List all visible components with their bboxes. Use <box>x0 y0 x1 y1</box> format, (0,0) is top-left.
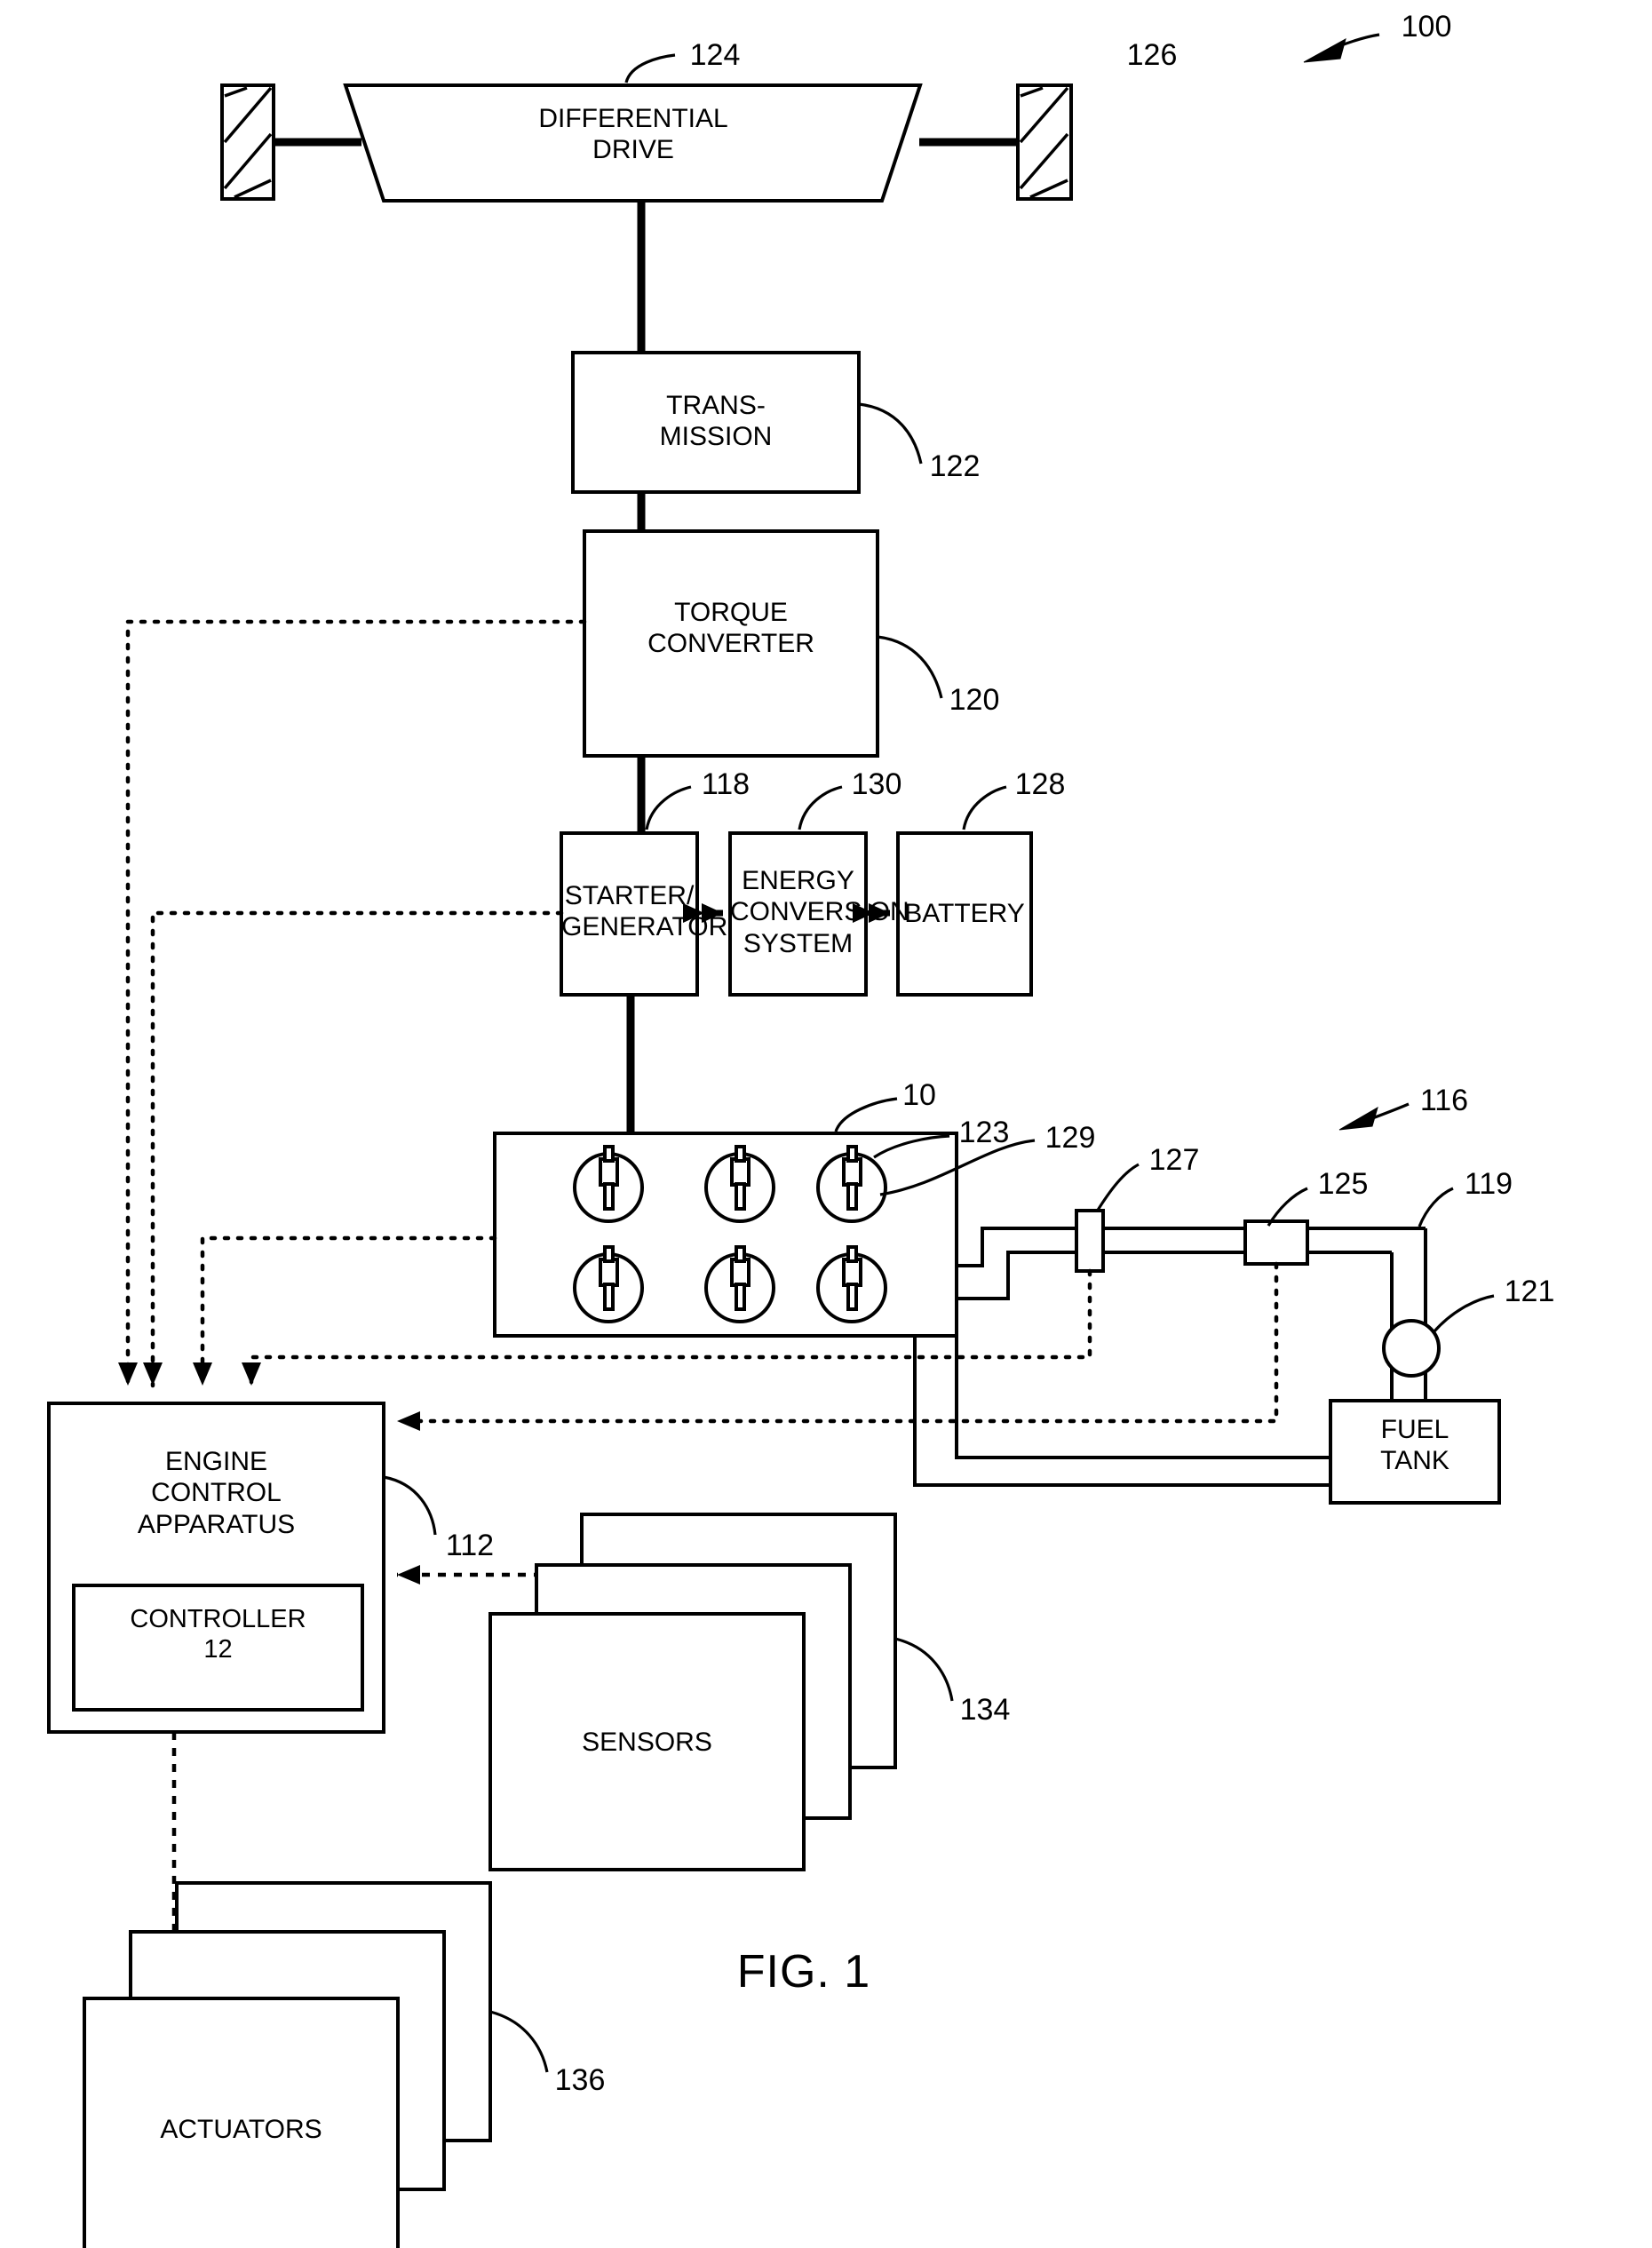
torque-converter-label: TORQUE CONVERTER <box>647 598 814 659</box>
wheel-left-icon <box>220 83 275 201</box>
ref-121: 121 <box>1504 1275 1555 1308</box>
diagram-canvas <box>47 33 1501 2248</box>
control-line-engine <box>193 1235 497 1388</box>
ref-126: 126 <box>1126 38 1178 72</box>
fuel-filter-shape <box>1075 1209 1105 1273</box>
ref-129: 129 <box>1044 1121 1096 1155</box>
ref-118: 118 <box>701 767 751 801</box>
fuel-line-upper <box>957 1227 1426 1267</box>
ref-128: 128 <box>1014 767 1066 801</box>
ref-134: 134 <box>959 1693 1011 1727</box>
ref-10: 10 <box>902 1078 936 1112</box>
figure-label: FIG. 1 <box>736 1946 871 1998</box>
differential-drive-label: DIFFERENTIAL DRIVE <box>538 104 728 165</box>
transmission-label: TRANS- MISSION <box>659 391 773 452</box>
ref-116: 116 <box>1419 1084 1469 1117</box>
actuators-stack-shape <box>83 1881 492 2248</box>
sensors-label: SENSORS <box>582 1728 712 1757</box>
wheel-right-icon <box>1016 83 1073 201</box>
ref-120: 120 <box>949 683 1000 717</box>
fuel-pump-shape <box>1382 1319 1441 1378</box>
system-ref-arrow <box>1303 33 1380 63</box>
ref-119: 119 <box>1464 1167 1513 1201</box>
patent-figure-1: DIFFERENTIAL DRIVE 124 126 TRANS- MISSIO… <box>0 0 1652 2248</box>
ref-112: 112 <box>445 1529 495 1562</box>
ref-125: 125 <box>1317 1167 1369 1201</box>
engine-control-apparatus-label: ENGINE CONTROL APPARATUS <box>137 1447 296 1539</box>
ref-124: 124 <box>689 38 741 72</box>
ref-127: 127 <box>1148 1143 1200 1177</box>
fuel-tank-label: FUEL TANK <box>1380 1415 1449 1476</box>
ref-130: 130 <box>851 767 902 801</box>
starter-generator-label: STARTER/ GENERATOR <box>561 881 728 942</box>
actuators-label: ACTUATORS <box>160 2115 322 2144</box>
sensors-stack-shape <box>488 1513 897 1871</box>
fuel-system-ref-arrow <box>1338 1102 1410 1131</box>
ref-123: 123 <box>958 1116 1010 1149</box>
fuel-line-lower <box>957 1251 1392 1300</box>
ref-136: 136 <box>554 2063 606 2097</box>
energy-conversion-system-label: ENERGY CONVERSION SYSTEM <box>730 866 909 958</box>
fuel-regulator-shape <box>1243 1219 1309 1266</box>
controller-label: CONTROLLER 12 <box>130 1605 306 1664</box>
ref-100: 100 <box>1401 10 1452 44</box>
battery-label: BATTERY <box>904 899 1025 928</box>
ref-122: 122 <box>929 449 981 483</box>
